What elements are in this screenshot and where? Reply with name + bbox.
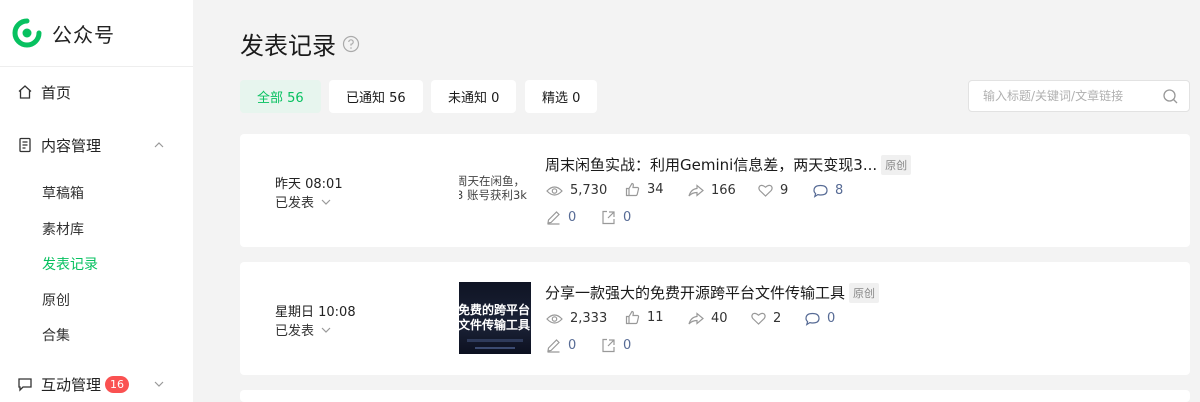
thumbnail-text: 文件传输工具 — [459, 318, 530, 332]
thumbnail-stripe — [467, 339, 523, 342]
repost-stat[interactable]: 0 — [601, 210, 631, 225]
shares-stat: 166 — [688, 183, 736, 198]
shares-stat: 40 — [688, 311, 728, 326]
repost-count: 0 — [623, 338, 632, 353]
thumbnail-text: 免费的跨平台 — [459, 303, 530, 317]
repost-icon — [602, 338, 615, 353]
comments-count: 8 — [835, 183, 844, 198]
shares-count: 40 — [711, 311, 728, 326]
article-title: 分享一款强大的免费开源跨平台文件传输工具 — [545, 284, 846, 302]
article-thumbnail[interactable]: 免费的跨平台 文件传输工具 — [459, 282, 531, 354]
heart-icon — [751, 312, 766, 325]
thumbnail-text: 3 账号获利3k — [459, 188, 527, 202]
unread-badge: 16 — [105, 375, 130, 393]
page-title-text: 发表记录 — [240, 32, 336, 60]
publish-status-label: 已发表 — [275, 196, 315, 211]
heart-icon — [758, 184, 773, 197]
sidebar-item-publish-records[interactable]: 发表记录 — [42, 254, 98, 274]
favorites-stat: 2 — [751, 311, 781, 326]
sidebar-item-content[interactable]: 内容管理 — [0, 134, 193, 156]
repost-stat[interactable]: 0 — [601, 338, 631, 353]
views-stat: 2,333 — [546, 311, 607, 326]
publish-status-label: 已发表 — [275, 324, 315, 339]
views-stat: 5,730 — [546, 183, 607, 198]
sidebar-item-label: 内容管理 — [41, 136, 102, 155]
tab-not-notified[interactable]: 未通知 0 — [431, 80, 517, 113]
edit-count: 0 — [568, 338, 577, 353]
views-count: 2,333 — [570, 311, 608, 326]
article-title-row[interactable]: 分享一款强大的免费开源跨平台文件传输工具 原创 — [545, 282, 880, 303]
publish-status[interactable]: 已发表 — [275, 320, 332, 339]
tab-featured[interactable]: 精选 0 — [525, 80, 598, 113]
chevron-down-icon — [320, 324, 332, 336]
eye-icon — [546, 185, 563, 196]
article-thumbnail[interactable]: 周天在闲鱼， 3 账号获利3k — [459, 154, 531, 226]
publish-time: 星期日 10:08 — [275, 305, 356, 320]
logo-text: 公众号 — [52, 22, 115, 47]
search-box — [968, 80, 1190, 112]
favorites-stat: 9 — [758, 183, 788, 198]
comment-icon — [805, 312, 820, 326]
pencil-icon — [547, 339, 560, 353]
comment-icon — [813, 184, 828, 198]
sidebar-item-original[interactable]: 原创 — [42, 290, 70, 310]
likes-count: 34 — [647, 182, 664, 197]
likes-stat: 34 — [625, 182, 664, 197]
tab-notified[interactable]: 已通知 56 — [329, 80, 423, 113]
sidebar-item-collections[interactable]: 合集 — [42, 325, 70, 345]
sidebar: 公众号 首页 内容管理 草稿箱 素材库 发表记录 原创 合集 互动管理 16 — [0, 0, 193, 402]
edit-stat[interactable]: 0 — [546, 338, 576, 353]
search-icon[interactable] — [1162, 88, 1179, 105]
shares-count: 166 — [711, 183, 736, 198]
chat-bubble-icon — [17, 376, 33, 392]
thumbnail-text: 周天在闲鱼， — [459, 174, 525, 188]
edit-stat[interactable]: 0 — [546, 210, 576, 225]
article-title-row[interactable]: 周末闲鱼实战：利用Gemini信息差，两天变现3... 原创 — [545, 154, 912, 175]
help-icon[interactable] — [342, 35, 360, 53]
original-tag: 原创 — [849, 282, 880, 303]
sidebar-item-label: 互动管理 — [41, 375, 102, 394]
wechat-official-logo-icon — [12, 18, 42, 48]
article-row[interactable] — [240, 390, 1190, 402]
publish-status[interactable]: 已发表 — [275, 192, 332, 211]
thumbnail-stripe — [475, 347, 515, 349]
original-tag: 原创 — [881, 154, 912, 175]
article-row[interactable]: 星期日 10:08 已发表 免费的跨平台 文件传输工具 分享一款强大的免费开源跨… — [240, 262, 1190, 375]
article-title: 周末闲鱼实战：利用Gemini信息差，两天变现3... — [545, 156, 878, 174]
chevron-down-icon[interactable] — [153, 378, 165, 390]
publish-time: 昨天 08:01 — [275, 177, 343, 192]
search-input[interactable] — [983, 89, 1163, 103]
sidebar-item-materials[interactable]: 素材库 — [42, 219, 84, 239]
home-icon — [17, 84, 33, 100]
sidebar-item-home[interactable]: 首页 — [0, 81, 193, 103]
favorites-count: 2 — [773, 311, 782, 326]
sidebar-item-drafts[interactable]: 草稿箱 — [42, 183, 84, 203]
likes-count: 11 — [647, 310, 664, 325]
sidebar-item-label: 首页 — [41, 83, 72, 102]
share-arrow-icon — [688, 184, 704, 197]
chevron-up-icon[interactable] — [153, 139, 165, 151]
chevron-down-icon — [320, 196, 332, 208]
edit-count: 0 — [568, 210, 577, 225]
sidebar-item-interact[interactable]: 互动管理 16 — [0, 373, 193, 395]
tab-all[interactable]: 全部 56 — [240, 80, 321, 113]
eye-icon — [546, 313, 563, 324]
share-arrow-icon — [688, 312, 704, 325]
thumbs-up-icon — [625, 310, 640, 325]
comments-stat[interactable]: 8 — [813, 183, 843, 198]
views-count: 5,730 — [570, 183, 608, 198]
pencil-icon — [547, 211, 560, 225]
logo[interactable]: 公众号 — [0, 0, 193, 67]
article-row[interactable]: 昨天 08:01 已发表 周天在闲鱼， 3 账号获利3k 周末闲鱼实战：利用Ge… — [240, 134, 1190, 247]
document-icon — [17, 137, 33, 153]
likes-stat: 11 — [625, 310, 664, 325]
repost-icon — [602, 210, 615, 225]
comments-count: 0 — [827, 311, 836, 326]
repost-count: 0 — [623, 210, 632, 225]
thumbs-up-icon — [625, 182, 640, 197]
favorites-count: 9 — [780, 183, 789, 198]
page-title: 发表记录 — [240, 26, 360, 61]
comments-stat[interactable]: 0 — [805, 311, 835, 326]
